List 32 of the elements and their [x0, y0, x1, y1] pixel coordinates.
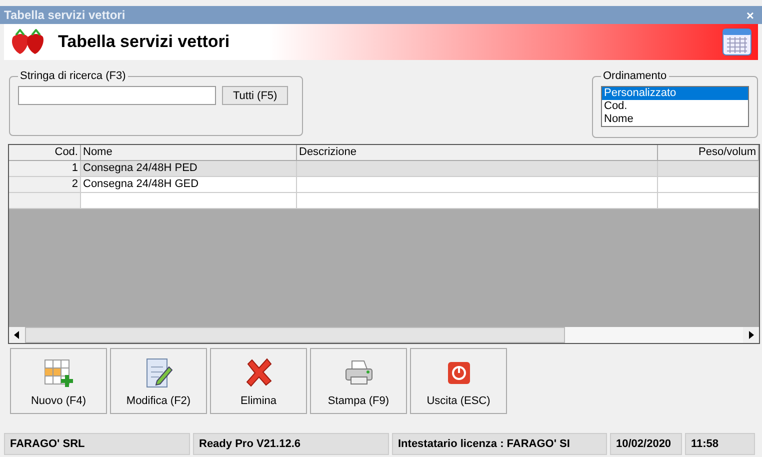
search-field[interactable]	[18, 86, 216, 105]
group-label: Ordinamento	[602, 70, 668, 82]
status-field: 11:58	[685, 433, 755, 455]
scroll-right-icon[interactable]	[743, 327, 759, 343]
horizontal-scrollbar[interactable]	[9, 327, 759, 343]
toolbar-button[interactable]: Uscita (ESC)	[410, 348, 507, 414]
table-cell: Consegna 24/48H PED	[81, 161, 297, 177]
scroll-left-icon[interactable]	[9, 327, 25, 343]
all-button[interactable]: Tutti (F5)	[222, 86, 288, 105]
column-header[interactable]: Cod.	[9, 145, 81, 161]
status-field: 10/02/2020	[610, 433, 682, 455]
status-field: FARAGO' SRL	[4, 433, 190, 455]
table-cell: 2	[9, 177, 81, 193]
toolbar-button[interactable]: Elimina	[210, 348, 307, 414]
column-header[interactable]: Descrizione	[297, 145, 658, 161]
window-title: Tabella servizi vettori	[4, 8, 126, 22]
table-cell: Consegna 24/48H GED	[81, 177, 297, 193]
toolbar-button[interactable]: Stampa (F9)	[310, 348, 407, 414]
calendar-icon	[722, 28, 752, 56]
header-title: Tabella servizi vettori	[58, 32, 231, 52]
column-header[interactable]: Peso/volum	[658, 145, 759, 161]
toolbar-button[interactable]: Nuovo (F4)	[10, 348, 107, 414]
status-field: Ready Pro V21.12.6	[193, 433, 389, 455]
list-option[interactable]: Personalizzato	[602, 87, 748, 100]
table-add-icon	[42, 357, 74, 389]
table-cell: 1	[9, 161, 81, 177]
status-field: Intestatario licenza : FARAGO' SI	[392, 433, 607, 455]
group-label: Stringa di ricerca (F3)	[19, 70, 127, 82]
scroll-thumb[interactable]	[25, 327, 565, 343]
column-header[interactable]: Nome	[81, 145, 297, 161]
toolbar-button[interactable]: Modifica (F2)	[110, 348, 207, 414]
table-cell	[9, 193, 81, 209]
